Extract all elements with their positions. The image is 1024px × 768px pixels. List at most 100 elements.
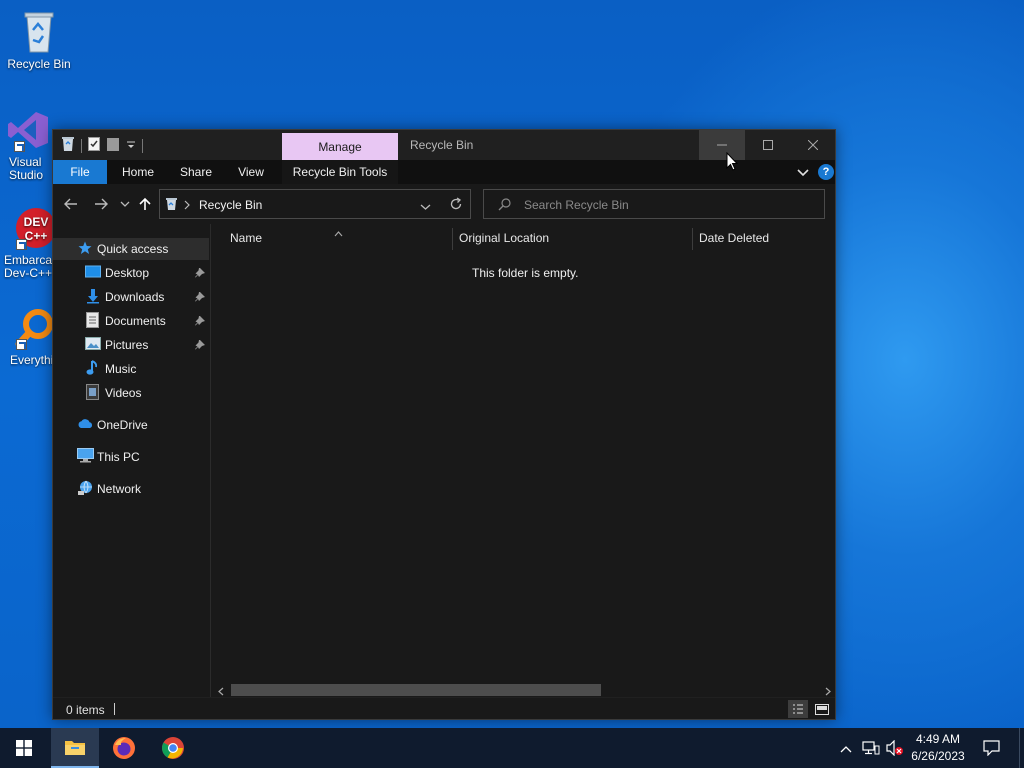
nav-label: Documents	[105, 314, 166, 328]
pictures-icon	[85, 337, 101, 353]
download-arrow-icon	[85, 288, 101, 304]
search-input[interactable]: Search Recycle Bin	[524, 198, 629, 212]
document-icon	[86, 312, 102, 328]
desktop-icon-everything[interactable]: Everything	[0, 306, 62, 368]
shortcut-arrow-icon	[14, 141, 25, 152]
mouse-cursor-icon	[726, 151, 739, 174]
search-icon	[498, 198, 511, 214]
start-button[interactable]	[0, 728, 48, 768]
address-dropdown-icon[interactable]	[420, 200, 431, 214]
nav-item-network[interactable]: Network	[53, 478, 209, 500]
back-button[interactable]	[63, 194, 79, 214]
nav-label: Quick access	[97, 242, 169, 256]
up-arrow-icon	[139, 197, 151, 210]
tab-share[interactable]: Share	[171, 160, 221, 184]
pin-icon[interactable]	[195, 267, 205, 281]
toolbar-separator	[81, 138, 82, 153]
title-bar[interactable]: Manage Recycle Bin	[53, 130, 835, 160]
clock-time: 4:49 AM	[915, 732, 961, 746]
back-arrow-icon	[64, 198, 77, 210]
up-button[interactable]	[138, 194, 152, 214]
breadcrumb-chevron-icon[interactable]	[184, 199, 190, 213]
nav-item-videos[interactable]: Videos	[53, 382, 209, 404]
shortcut-arrow-icon	[16, 239, 27, 250]
quick-access-toolbar	[61, 136, 143, 155]
forward-button[interactable]	[93, 194, 109, 214]
close-button[interactable]	[790, 130, 836, 160]
desktop-icon-dev-cpp[interactable]: DEV C++ Embarcadero Dev-C++	[0, 206, 72, 280]
explorer-window: Manage Recycle Bin File Home Share View …	[52, 129, 836, 720]
sort-ascending-icon	[334, 226, 343, 240]
pin-icon[interactable]	[195, 291, 205, 305]
nav-item-downloads[interactable]: Downloads	[53, 286, 209, 308]
pin-icon[interactable]	[195, 315, 205, 329]
volume-muted-icon[interactable]	[886, 739, 904, 759]
nav-item-documents[interactable]: Documents	[53, 310, 209, 332]
nav-item-pictures[interactable]: Pictures	[53, 334, 209, 356]
tab-view[interactable]: View	[228, 160, 274, 184]
nav-item-music[interactable]: Music	[53, 358, 209, 380]
nav-item-desktop[interactable]: Desktop	[53, 262, 209, 284]
manage-contextual-tab[interactable]: Manage	[282, 133, 398, 160]
nav-item-this-pc[interactable]: This PC	[53, 446, 209, 468]
desktop-icon-visual-studio[interactable]: Visual Studio 2017	[0, 108, 58, 182]
desktop-icon-recycle-bin[interactable]: Recycle Bin	[1, 8, 77, 71]
close-icon	[808, 140, 818, 150]
nav-label: Downloads	[105, 290, 165, 304]
search-box[interactable]: Search Recycle Bin	[483, 189, 825, 219]
ribbon-tabs: File Home Share View Recycle Bin Tools ?	[53, 160, 835, 184]
column-header-date-deleted[interactable]: Date Deleted	[699, 231, 769, 245]
navigation-pane: Quick access Desktop Downloads Documents…	[53, 224, 211, 697]
pin-icon[interactable]	[195, 339, 205, 353]
toolbar-separator	[142, 138, 143, 153]
large-icons-view-icon	[815, 703, 829, 715]
refresh-icon[interactable]	[449, 197, 463, 214]
details-view-button[interactable]	[788, 700, 808, 718]
minimize-button[interactable]	[699, 130, 745, 160]
breadcrumb-current[interactable]: Recycle Bin	[199, 198, 262, 212]
nav-label: Desktop	[105, 266, 150, 280]
maximize-button[interactable]	[745, 130, 791, 160]
tab-recycle-bin-tools[interactable]: Recycle Bin Tools	[282, 160, 398, 184]
show-desktop-button[interactable]	[1019, 728, 1024, 768]
show-hidden-icons-chevron-icon[interactable]	[840, 742, 852, 756]
column-header-original-location[interactable]: Original Location	[459, 231, 549, 245]
svg-text:DEV: DEV	[24, 215, 49, 229]
column-header-name[interactable]: Name	[230, 231, 262, 245]
recycle-bin-small-icon	[61, 136, 75, 155]
expand-ribbon-icon[interactable]	[797, 167, 809, 181]
action-center-icon[interactable]	[983, 740, 1000, 759]
empty-folder-message: This folder is empty.	[472, 266, 579, 280]
new-folder-icon[interactable]	[106, 137, 120, 154]
chevron-down-icon	[120, 201, 130, 207]
tab-home[interactable]: Home	[113, 160, 163, 184]
details-view-icon	[793, 704, 803, 714]
address-toolbar: Recycle Bin Search Recycle Bin	[53, 184, 835, 224]
column-divider[interactable]	[452, 228, 453, 250]
network-status-icon[interactable]	[862, 740, 880, 759]
column-divider[interactable]	[692, 228, 693, 250]
tab-file[interactable]: File	[53, 160, 107, 184]
nav-label: Videos	[105, 386, 142, 400]
desktop-icon-label: Visual Studio 2017	[9, 156, 44, 182]
customize-toolbar-icon[interactable]	[126, 139, 136, 153]
nav-item-onedrive[interactable]: OneDrive	[53, 414, 209, 436]
nav-label: Network	[97, 482, 142, 496]
window-title: Recycle Bin	[410, 138, 474, 152]
recycle-bin-small-icon	[165, 197, 178, 214]
large-icons-view-button[interactable]	[812, 700, 832, 718]
nav-item-quick-access[interactable]: Quick access	[53, 238, 209, 260]
status-bar: 0 items	[53, 697, 835, 719]
properties-icon[interactable]	[88, 137, 100, 154]
taskbar-firefox[interactable]	[100, 728, 148, 768]
scrollbar-thumb[interactable]	[231, 684, 601, 696]
taskbar-chrome[interactable]	[149, 728, 197, 768]
file-list[interactable]: Name Original Location Date Deleted This…	[212, 224, 835, 697]
taskbar-file-explorer[interactable]	[51, 728, 99, 768]
address-bar[interactable]: Recycle Bin	[159, 189, 471, 219]
horizontal-scrollbar[interactable]	[212, 681, 835, 697]
help-button[interactable]: ?	[818, 164, 834, 180]
onedrive-cloud-icon	[77, 418, 93, 434]
system-clock[interactable]: 4:49 AM 6/26/2023	[903, 731, 973, 765]
recent-locations-button[interactable]	[119, 194, 131, 214]
